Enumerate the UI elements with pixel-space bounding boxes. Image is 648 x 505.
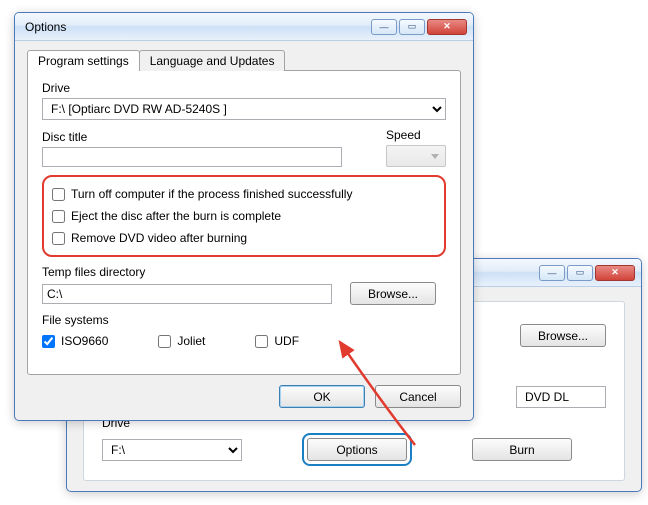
chk-eject-label: Eject the disc after the burn is complet… — [71, 209, 281, 223]
close-icon[interactable]: ✕ — [427, 19, 467, 35]
chk-udf-label: UDF — [274, 334, 299, 348]
chk-udf[interactable]: UDF — [255, 330, 299, 352]
tabs: Program settings Language and Updates — [27, 50, 461, 71]
tab-body: Drive F:\ [Optiarc DVD RW AD-5240S ] Dis… — [27, 70, 461, 375]
tab-program-settings[interactable]: Program settings — [27, 50, 140, 71]
tab-language-updates[interactable]: Language and Updates — [139, 50, 286, 71]
ok-button[interactable]: OK — [279, 385, 365, 408]
options-highlight: Options — [302, 433, 412, 466]
checkbox-highlight: Turn off computer if the process finishe… — [42, 175, 446, 257]
chk-turnoff-box[interactable] — [52, 188, 65, 201]
chk-udf-box[interactable] — [255, 335, 268, 348]
speed-label: Speed — [386, 128, 446, 142]
temp-browse-button[interactable]: Browse... — [350, 282, 436, 305]
minimize-icon[interactable]: — — [371, 19, 397, 35]
disc-title-label: Disc title — [42, 130, 366, 144]
maximize-icon[interactable]: ▭ — [567, 265, 593, 281]
close-icon[interactable]: ✕ — [595, 265, 635, 281]
disc-type-field[interactable]: DVD DL — [516, 386, 606, 408]
burn-button[interactable]: Burn — [472, 438, 572, 461]
chk-joliet-label: Joliet — [177, 334, 205, 348]
chk-iso-box[interactable] — [42, 335, 55, 348]
fs-label: File systems — [42, 313, 446, 327]
chk-remove-label: Remove DVD video after burning — [71, 231, 247, 245]
temp-label: Temp files directory — [42, 265, 446, 279]
options-button[interactable]: Options — [307, 438, 407, 461]
chk-remove-box[interactable] — [52, 232, 65, 245]
chk-turnoff-label: Turn off computer if the process finishe… — [71, 187, 352, 201]
bg-drive-select[interactable]: F:\ — [102, 439, 242, 461]
options-dialog: Options — ▭ ✕ Program settings Language … — [14, 12, 474, 421]
options-window-buttons: — ▭ ✕ — [371, 19, 467, 35]
drive-label: Drive — [42, 81, 446, 95]
dialog-buttons: OK Cancel — [27, 385, 461, 408]
chk-joliet-box[interactable] — [158, 335, 171, 348]
options-titlebar: Options — ▭ ✕ — [15, 13, 473, 41]
chk-turnoff[interactable]: Turn off computer if the process finishe… — [52, 183, 436, 205]
disc-title-input[interactable] — [42, 147, 342, 167]
chk-iso-label: ISO9660 — [61, 334, 108, 348]
chk-iso[interactable]: ISO9660 — [42, 330, 108, 352]
temp-input[interactable] — [42, 284, 332, 304]
options-client: Program settings Language and Updates Dr… — [15, 41, 473, 420]
cancel-button[interactable]: Cancel — [375, 385, 461, 408]
chk-joliet[interactable]: Joliet — [158, 330, 205, 352]
options-title: Options — [21, 20, 371, 34]
chk-remove[interactable]: Remove DVD video after burning — [52, 227, 436, 249]
chk-eject[interactable]: Eject the disc after the burn is complet… — [52, 205, 436, 227]
minimize-icon[interactable]: — — [539, 265, 565, 281]
speed-select[interactable] — [386, 145, 446, 167]
maximize-icon[interactable]: ▭ — [399, 19, 425, 35]
bg-browse-button[interactable]: Browse... — [520, 324, 606, 347]
drive-select[interactable]: F:\ [Optiarc DVD RW AD-5240S ] — [42, 98, 446, 120]
bg-window-buttons: — ▭ ✕ — [539, 265, 635, 281]
chk-eject-box[interactable] — [52, 210, 65, 223]
